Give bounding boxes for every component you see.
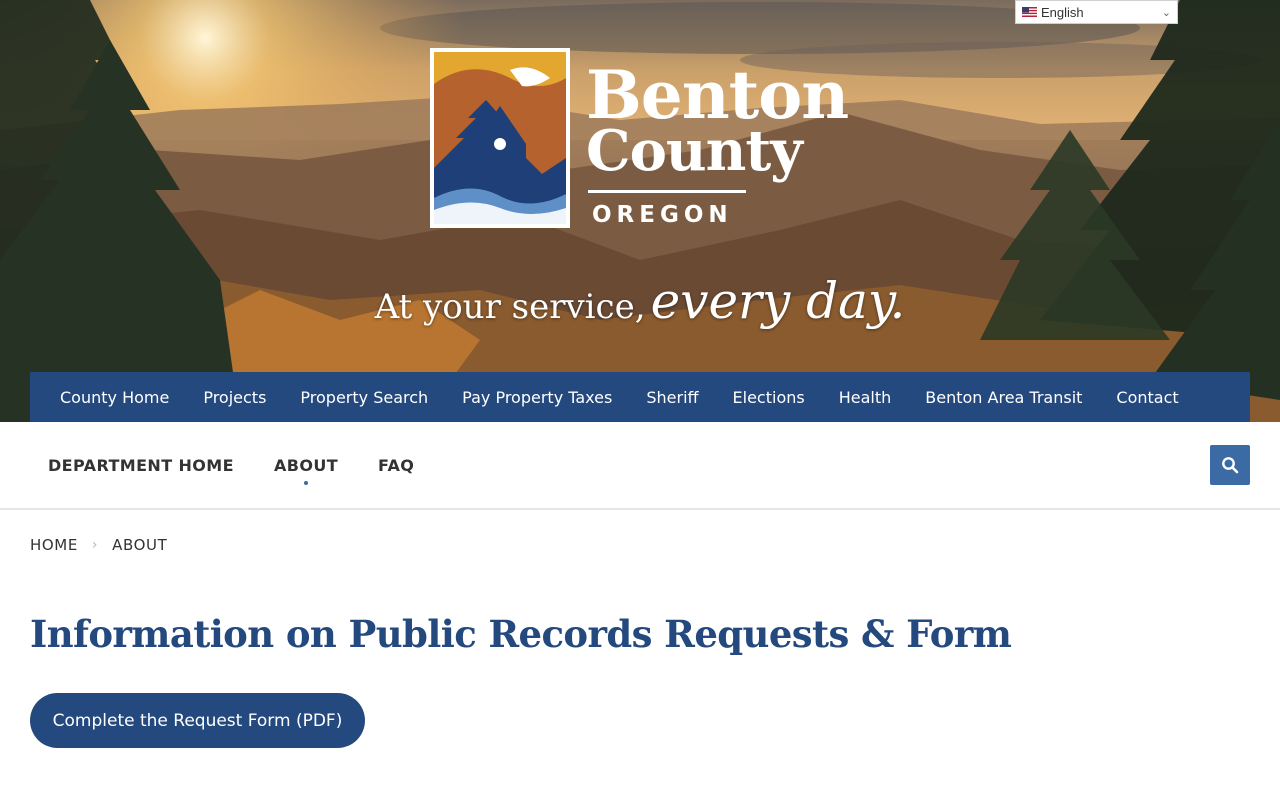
chevron-right-icon: › <box>91 537 99 553</box>
nav-item-county-home[interactable]: County Home <box>43 388 186 407</box>
language-selector[interactable]: English ⌄ <box>1015 0 1178 24</box>
county-logo[interactable]: Benton County OREGON <box>430 48 850 228</box>
nav-item-pay-property-taxes[interactable]: Pay Property Taxes <box>445 388 629 407</box>
breadcrumb: HOME › ABOUT <box>30 536 167 554</box>
nav-item-contact[interactable]: Contact <box>1099 388 1195 407</box>
dept-nav-faq[interactable]: FAQ <box>378 456 414 475</box>
page-title: Information on Public Records Requests &… <box>30 612 1012 656</box>
tagline-part-2: every day. <box>650 272 906 330</box>
us-flag-icon <box>1022 7 1037 17</box>
department-nav: DEPARTMENT HOME ABOUT FAQ <box>0 422 1280 510</box>
hero-banner: English ⌄ Benton County OREGON At your s… <box>0 0 1280 422</box>
tagline-part-1: At your service, <box>374 287 646 327</box>
breadcrumb-home-link[interactable]: HOME <box>30 536 78 554</box>
nav-item-sheriff[interactable]: Sheriff <box>629 388 715 407</box>
nav-item-projects[interactable]: Projects <box>186 388 283 407</box>
breadcrumb-current: ABOUT <box>112 536 168 554</box>
county-logo-mark-icon <box>430 48 570 228</box>
chevron-down-icon: ⌄ <box>1161 6 1171 19</box>
hero-tagline: At your service, every day. <box>0 272 1280 330</box>
search-button[interactable] <box>1210 445 1250 485</box>
logo-wordmark-line-2: County <box>586 118 803 184</box>
logo-wordmark-line-3: OREGON <box>592 202 733 228</box>
request-form-pdf-button[interactable]: Complete the Request Form (PDF) <box>30 693 365 748</box>
county-main-nav: County Home Projects Property Search Pay… <box>30 372 1250 422</box>
nav-item-health[interactable]: Health <box>822 388 909 407</box>
dept-nav-about[interactable]: ABOUT <box>274 456 338 485</box>
language-selector-value: English <box>1041 4 1084 20</box>
nav-item-benton-area-transit[interactable]: Benton Area Transit <box>908 388 1099 407</box>
nav-item-property-search[interactable]: Property Search <box>283 388 445 407</box>
logo-divider <box>588 190 746 193</box>
dept-nav-department-home[interactable]: DEPARTMENT HOME <box>48 456 234 475</box>
nav-item-elections[interactable]: Elections <box>716 388 822 407</box>
search-icon <box>1222 457 1239 474</box>
